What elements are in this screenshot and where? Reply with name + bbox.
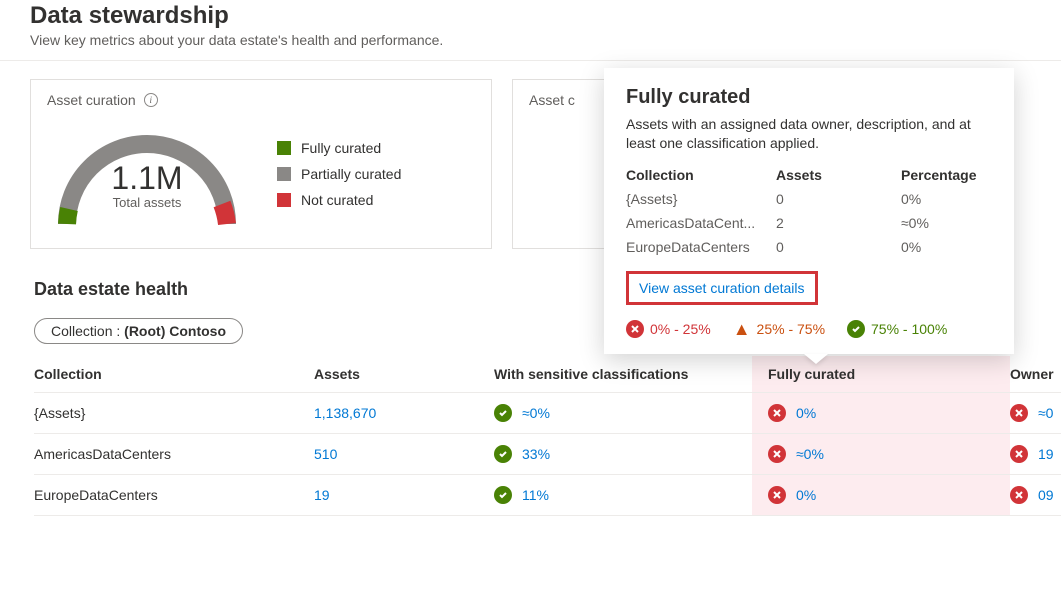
popover-col-collection: Collection bbox=[626, 167, 776, 183]
legend-fully-curated: Fully curated bbox=[277, 140, 401, 156]
table-row: EuropeDataCenters1911%0%09 bbox=[34, 475, 1061, 516]
legend-not-curated: Not curated bbox=[277, 192, 401, 208]
popover-col-pct: Percentage bbox=[901, 167, 992, 183]
popover-title: Fully curated bbox=[626, 86, 992, 109]
page-subtitle: View key metrics about your data estate'… bbox=[30, 32, 1031, 48]
col-curated[interactable]: Fully curated bbox=[752, 356, 1010, 392]
popover-row: AmericasDataCent...2≈0% bbox=[626, 211, 992, 235]
card-title: Asset c bbox=[529, 92, 575, 108]
legend-mid-label: 25% - 75% bbox=[757, 321, 825, 337]
table-row: {Assets}1,138,670≈0%0%≈0 bbox=[34, 393, 1061, 434]
popover-cell-pct: ≈0% bbox=[901, 215, 992, 231]
success-icon bbox=[494, 445, 512, 463]
error-icon bbox=[626, 320, 644, 338]
popover-cell-collection: EuropeDataCenters bbox=[626, 239, 776, 255]
success-icon bbox=[847, 320, 865, 338]
error-icon bbox=[1010, 445, 1028, 463]
table-row: AmericasDataCenters51033%≈0%19 bbox=[34, 434, 1061, 475]
success-icon bbox=[494, 486, 512, 504]
error-icon bbox=[768, 486, 786, 504]
popover-cell-collection: {Assets} bbox=[626, 191, 776, 207]
col-owner[interactable]: Owner bbox=[1010, 366, 1061, 384]
legend-label: Not curated bbox=[301, 192, 373, 208]
cell-collection: {Assets} bbox=[34, 394, 314, 432]
cell-owner[interactable]: 09 bbox=[1010, 475, 1061, 515]
popover-cell-pct: 0% bbox=[901, 239, 992, 255]
swatch-icon bbox=[277, 141, 291, 155]
legend-label: Partially curated bbox=[301, 166, 401, 182]
col-sensitive[interactable]: With sensitive classifications bbox=[494, 366, 752, 384]
popover-cell-pct: 0% bbox=[901, 191, 992, 207]
collection-filter-pill[interactable]: Collection : (Root) Contoso bbox=[34, 318, 243, 344]
legend-low-label: 0% - 25% bbox=[650, 321, 711, 337]
cell-collection: AmericasDataCenters bbox=[34, 435, 314, 473]
warning-icon: ▲ bbox=[733, 319, 751, 340]
fully-curated-popover: Fully curated Assets with an assigned da… bbox=[604, 68, 1014, 354]
cell-assets-link[interactable]: 19 bbox=[314, 476, 494, 514]
popover-status-legend: 0% - 25% ▲ 25% - 75% 75% - 100% bbox=[626, 319, 992, 340]
cell-curated[interactable]: ≈0% bbox=[752, 434, 1010, 474]
cell-sensitive[interactable]: 11% bbox=[494, 475, 752, 515]
gauge-total-label: Total assets bbox=[47, 195, 247, 210]
cell-assets-link[interactable]: 1,138,670 bbox=[314, 394, 494, 432]
error-icon bbox=[1010, 404, 1028, 422]
cell-sensitive[interactable]: ≈0% bbox=[494, 393, 752, 433]
legend-label: Fully curated bbox=[301, 140, 381, 156]
popover-cell-assets: 0 bbox=[776, 239, 901, 255]
swatch-icon bbox=[277, 193, 291, 207]
cell-owner[interactable]: 19 bbox=[1010, 434, 1061, 474]
popover-cell-assets: 0 bbox=[776, 191, 901, 207]
cell-owner[interactable]: ≈0 bbox=[1010, 393, 1061, 433]
col-assets[interactable]: Assets bbox=[314, 366, 494, 384]
curation-gauge-chart: 1.1M Total assets bbox=[47, 114, 247, 234]
popover-row: {Assets}00% bbox=[626, 187, 992, 211]
card-title: Asset curation bbox=[47, 92, 136, 108]
page-title: Data stewardship bbox=[30, 2, 1031, 30]
asset-curation-card: Asset curation i 1.1M Total assets Fully… bbox=[30, 79, 492, 249]
info-icon[interactable]: i bbox=[144, 93, 158, 107]
popover-description: Assets with an assigned data owner, desc… bbox=[626, 115, 992, 153]
popover-cell-assets: 2 bbox=[776, 215, 901, 231]
filter-value: (Root) Contoso bbox=[124, 323, 226, 339]
filter-label: Collection : bbox=[51, 323, 120, 339]
error-icon bbox=[1010, 486, 1028, 504]
health-table: Collection Assets With sensitive classif… bbox=[0, 344, 1061, 516]
cell-assets-link[interactable]: 510 bbox=[314, 435, 494, 473]
success-icon bbox=[494, 404, 512, 422]
popover-row: EuropeDataCenters00% bbox=[626, 235, 992, 259]
legend-partially-curated: Partially curated bbox=[277, 166, 401, 182]
popover-col-assets: Assets bbox=[776, 167, 901, 183]
swatch-icon bbox=[277, 167, 291, 181]
legend-high-label: 75% - 100% bbox=[871, 321, 947, 337]
gauge-legend: Fully curated Partially curated Not cura… bbox=[277, 140, 401, 208]
col-collection[interactable]: Collection bbox=[34, 366, 314, 384]
cell-sensitive[interactable]: 33% bbox=[494, 434, 752, 474]
cell-collection: EuropeDataCenters bbox=[34, 476, 314, 514]
cell-curated[interactable]: 0% bbox=[752, 393, 1010, 433]
error-icon bbox=[768, 404, 786, 422]
error-icon bbox=[768, 445, 786, 463]
cell-curated[interactable]: 0% bbox=[752, 475, 1010, 515]
gauge-total-value: 1.1M bbox=[47, 160, 247, 197]
view-asset-curation-details-link[interactable]: View asset curation details bbox=[626, 271, 818, 305]
popover-cell-collection: AmericasDataCent... bbox=[626, 215, 776, 231]
